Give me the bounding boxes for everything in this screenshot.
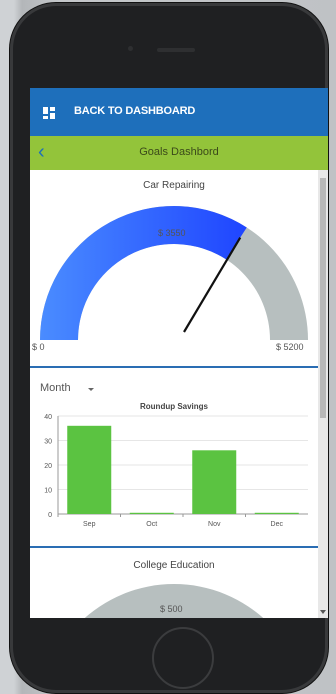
scroll-down-icon[interactable] [320,610,326,614]
y-tick-label: 10 [44,488,52,495]
y-tick-label: 30 [44,439,52,446]
camera-icon [128,46,133,51]
scrollbar[interactable] [318,170,328,618]
back-to-dashboard-link[interactable]: BACK TO DASHBOARD [74,105,195,117]
sub-header: ‹ Goals Dashbord [30,136,328,170]
y-tick-label: 40 [44,414,52,421]
gauge-current-value: $ 500 [160,604,183,614]
caret-down-icon[interactable] [88,388,94,391]
gauge-min-label: $ 0 [32,342,45,352]
section-divider [30,366,318,368]
gauge-current-value: $ 3550 [158,228,186,238]
goal-panel-car-repairing: Car Repairing $ 3550 $ 0 $ 5200 [30,170,318,366]
bar-oct [129,512,174,514]
y-tick-label: 0 [48,512,52,519]
bar-sep [67,425,112,514]
x-tick-label: Dec [271,521,284,528]
speaker-grille [157,48,195,52]
chart-title: Roundup Savings [140,402,209,411]
x-tick-label: Oct [146,521,157,528]
page-title: Goals Dashbord [139,146,219,158]
gauge-max-label: $ 5200 [276,342,304,352]
period-dropdown[interactable]: Month [40,382,71,394]
roundup-savings-chart: Roundup Savings 0 10 20 30 40 Sep Oct Nov Dec [44,402,308,528]
phone-screen: BACK TO DASHBOARD ‹ Goals Dashbord Car R… [30,88,328,618]
top-bar: BACK TO DASHBOARD [30,88,328,136]
gauge-fill [40,205,247,340]
home-button[interactable] [152,627,214,689]
y-tick-label: 20 [44,463,52,470]
scrollbar-thumb[interactable] [320,178,326,418]
goal-panel-college-education: College Education $ 500 [30,548,318,618]
bar-nov [192,450,237,514]
x-tick-label: Nov [208,521,221,528]
goal-gauge [40,205,308,340]
bar-dec [254,512,299,514]
dashboard-icon[interactable] [43,107,55,119]
x-tick-label: Sep [83,521,96,528]
